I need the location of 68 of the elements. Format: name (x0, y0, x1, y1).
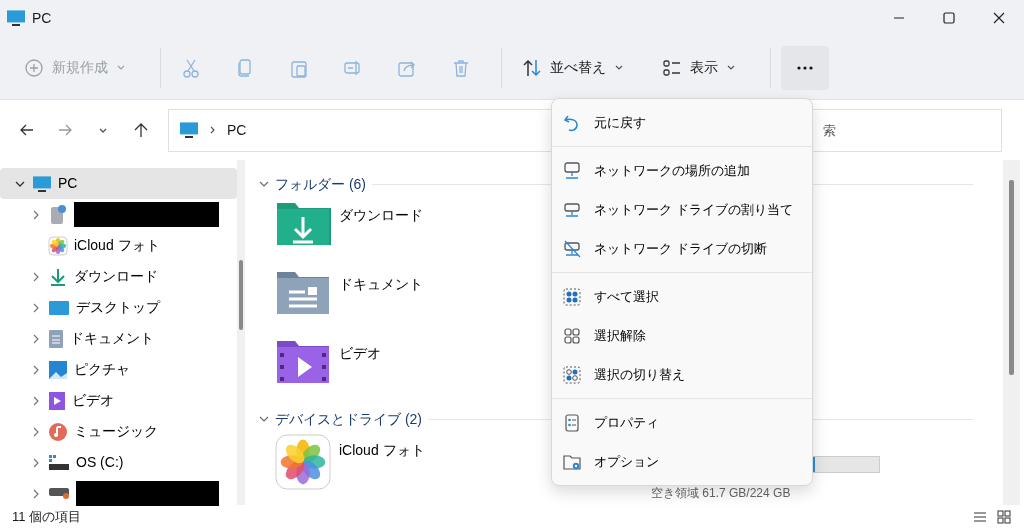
flower-icon (275, 434, 331, 490)
item-count: 11 個の項目 (12, 507, 82, 526)
tree-item[interactable]: PC (0, 168, 237, 199)
chevron-icon (209, 125, 217, 135)
breadcrumb[interactable]: PC (227, 119, 247, 141)
network-drive-icon (48, 487, 70, 500)
menu-item[interactable]: プロパティ (556, 403, 808, 442)
tree-item[interactable]: ドキュメント (0, 323, 237, 354)
drive-icon (48, 453, 70, 472)
document-icon (48, 328, 64, 349)
tiles-view-icon (996, 508, 1012, 525)
video-icon (48, 390, 66, 411)
caret-icon (116, 63, 126, 72)
menu-item[interactable]: オプション (556, 442, 808, 481)
monitor-icon (32, 173, 52, 194)
network-icon (562, 160, 582, 181)
group-header[interactable]: フォルダー (6) (275, 173, 366, 195)
maximize-icon (942, 11, 956, 25)
scroll-thumb[interactable] (1009, 180, 1014, 375)
sort-button[interactable]: 並べ替え (512, 45, 634, 90)
menu-item[interactable]: ネットワーク ドライブの切断 (556, 229, 808, 268)
desktop-icon (48, 298, 70, 317)
close-icon (992, 11, 1006, 25)
invert-selection-icon (562, 364, 582, 385)
tree-item[interactable]: OS (C:) (0, 447, 237, 478)
tree-item[interactable]: デスクトップ (0, 292, 237, 323)
monitor-icon (179, 120, 199, 140)
music-icon (48, 421, 68, 442)
tree-item[interactable]: iCloud フォト (0, 230, 237, 261)
picture-icon (48, 359, 68, 380)
menu-item[interactable]: ネットワークの場所の追加 (556, 151, 808, 190)
tree-item[interactable]: ダウンロード (0, 261, 237, 292)
disconnect-icon (562, 238, 582, 259)
more-icon (797, 65, 813, 70)
view-button[interactable]: 表示 (652, 45, 746, 90)
folder-item[interactable]: ビデオ (259, 336, 387, 405)
server-icon (48, 203, 68, 226)
trash-icon (451, 57, 471, 78)
more-button[interactable] (781, 45, 829, 90)
flower-icon (48, 235, 68, 256)
group-header[interactable]: デバイスとドライブ (2) (275, 408, 422, 430)
chevron-down-icon (99, 127, 107, 133)
tree-item[interactable]: ビデオ (0, 385, 237, 416)
menu-item[interactable]: すべて選択 (556, 277, 808, 316)
free-space-text: 空き領域 61.7 GB/224 GB (651, 486, 792, 500)
properties-icon (562, 412, 582, 433)
menu-item[interactable]: 選択解除 (556, 316, 808, 355)
grid-icon (562, 325, 582, 346)
scissors-icon (181, 57, 201, 78)
select-all-icon (562, 286, 582, 307)
plus-icon (24, 57, 44, 78)
sort-arrows-icon (522, 57, 542, 78)
tree-item[interactable]: ピクチャ (0, 354, 237, 385)
folder-item[interactable]: ドキュメント (259, 267, 429, 336)
menu-item[interactable]: 選択の切り替え (556, 355, 808, 394)
download-icon (48, 266, 68, 287)
scrollbar[interactable] (237, 160, 245, 505)
scrollbar[interactable] (1003, 160, 1020, 505)
window-title: PC (32, 8, 52, 28)
folder-item[interactable]: ダウンロード (259, 198, 429, 267)
view-icon (662, 57, 682, 78)
tree-item[interactable]: ミュージック (0, 416, 237, 447)
scroll-thumb[interactable] (239, 260, 243, 330)
caret-icon (614, 63, 624, 72)
folder-item[interactable]: iCloud フォト (259, 433, 431, 502)
caret-icon (726, 63, 736, 72)
monitor-icon (6, 8, 26, 28)
menu-item[interactable]: ネットワーク ドライブの割り当て (556, 190, 808, 229)
